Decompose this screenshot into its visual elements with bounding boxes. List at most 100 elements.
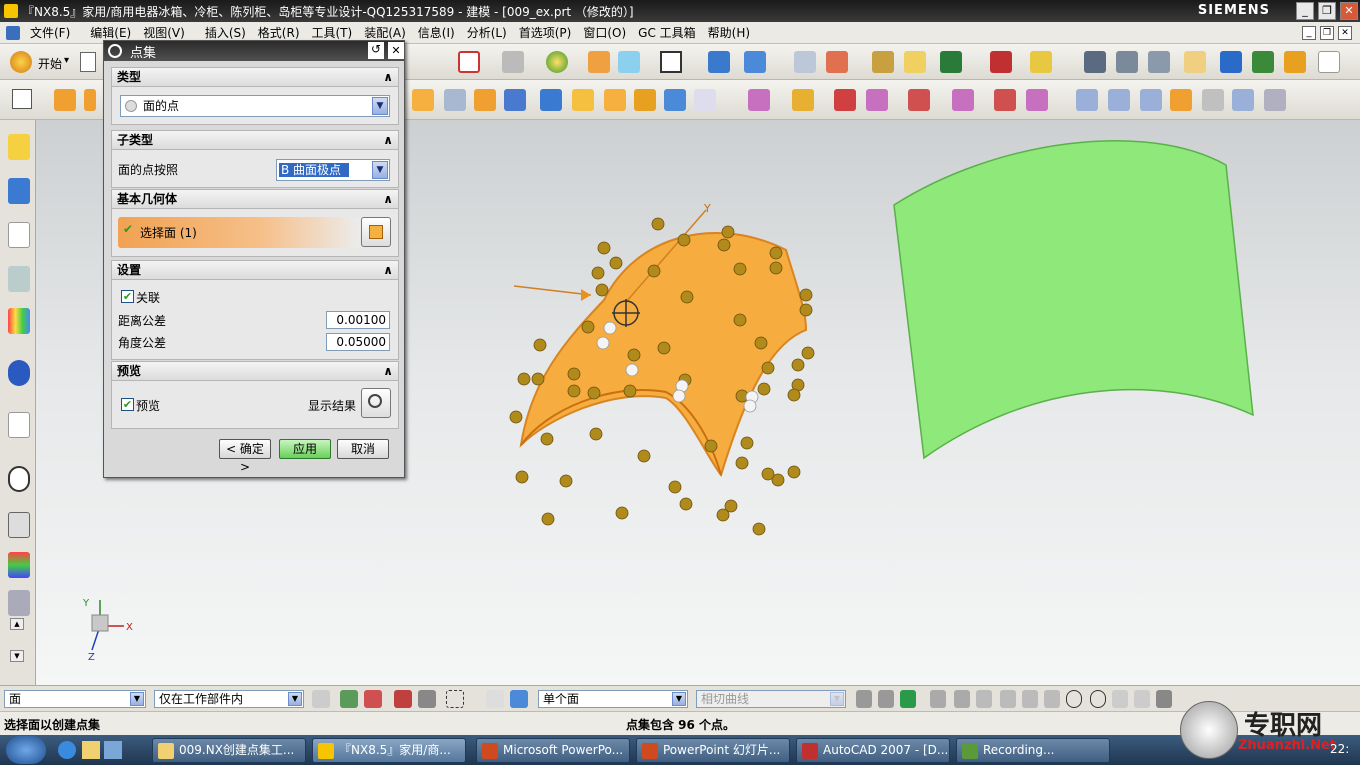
task-autocad[interactable]: AutoCAD 2007 - [D... (796, 738, 950, 763)
snap-curve-icon[interactable] (1000, 690, 1016, 708)
shape-7-icon[interactable] (1264, 89, 1286, 111)
snap-point-1-icon[interactable] (856, 690, 872, 708)
section-preview-header[interactable]: 预览 ∧ (111, 361, 399, 381)
chevron-up-icon[interactable]: ∧ (383, 68, 393, 86)
menu-info[interactable]: 信息(I) (412, 24, 461, 41)
snap-point-2-icon[interactable] (878, 690, 894, 708)
edit-6-icon[interactable] (952, 89, 974, 111)
section-type-header[interactable]: 类型 ∧ (111, 67, 399, 87)
shape-6-icon[interactable] (1232, 89, 1254, 111)
analysis-icon[interactable] (904, 51, 926, 73)
snap-intersection-icon[interactable] (1112, 690, 1128, 708)
surface-2-icon[interactable] (444, 89, 466, 111)
dialog-reset-icon[interactable]: ↺ (368, 42, 384, 59)
selection-tool-4-icon[interactable] (418, 690, 436, 708)
chevron-up-icon[interactable]: ∧ (383, 190, 393, 208)
abc-icon[interactable] (1318, 51, 1340, 73)
ok-button[interactable]: < 确定 > (219, 439, 271, 474)
snap-center-icon[interactable] (1066, 690, 1082, 708)
dialog-gear-icon[interactable] (108, 44, 122, 58)
new-file-icon[interactable] (80, 52, 96, 72)
assembly-icon[interactable] (1084, 51, 1106, 73)
dialog-close-icon[interactable]: ✕ (388, 42, 404, 59)
constraint-navigator-icon[interactable] (8, 178, 30, 204)
menu-preferences[interactable]: 首选项(P) (513, 24, 578, 41)
filter-icon[interactable] (312, 690, 330, 708)
chevron-down-icon[interactable]: ▼ (130, 692, 144, 706)
snap-face-icon[interactable] (1156, 690, 1172, 708)
shape-2-icon[interactable] (1108, 89, 1130, 111)
box-orange-icon[interactable] (588, 51, 610, 73)
assembly-navigator-icon[interactable] (8, 134, 30, 160)
chevron-down-icon[interactable]: ▼ (372, 97, 388, 115)
task-powerpoint[interactable]: Microsoft PowerPo... (476, 738, 630, 763)
eraser-icon[interactable] (1184, 51, 1206, 73)
select-icon[interactable] (940, 51, 962, 73)
surface-6-icon[interactable] (572, 89, 594, 111)
body-select-icon[interactable] (510, 690, 528, 708)
selection-tool-3-icon[interactable] (394, 690, 412, 708)
subtype-combo[interactable]: B 曲面极点 ▼ (276, 159, 390, 181)
shape-3-icon[interactable] (1140, 89, 1162, 111)
gc-tool-2-icon[interactable] (1252, 51, 1274, 73)
snap-end-icon[interactable] (930, 690, 946, 708)
select-face-row[interactable]: ✔ 选择面 (1) (118, 217, 360, 248)
gc-tool-1-icon[interactable] (1220, 51, 1242, 73)
palette-icon[interactable] (8, 590, 30, 616)
chevron-up-icon[interactable]: ∧ (383, 362, 393, 380)
type-filter-combo[interactable]: 面 ▼ (4, 690, 146, 708)
clock-icon[interactable] (8, 466, 30, 492)
blue-cube-icon[interactable] (708, 51, 730, 73)
menu-format[interactable]: 格式(R) (252, 24, 306, 41)
shape-5-icon[interactable] (1202, 89, 1224, 111)
fit-view-icon[interactable] (458, 51, 480, 73)
shape-4-icon[interactable] (1170, 89, 1192, 111)
edit-2-icon[interactable] (792, 89, 814, 111)
edit-4-icon[interactable] (866, 89, 888, 111)
task-slideshow[interactable]: PowerPoint 幻灯片... (636, 738, 790, 763)
associative-checkbox[interactable]: ✔ (121, 290, 134, 303)
roles-icon[interactable] (8, 512, 30, 538)
system-scenes-icon[interactable] (8, 552, 30, 578)
snap-line-icon[interactable] (976, 690, 992, 708)
menu-close-button[interactable]: ✕ (1338, 26, 1352, 40)
scroll-down-button[interactable]: ▼ (10, 650, 24, 662)
menu-gc-toolbox[interactable]: GC 工具箱 (632, 24, 702, 41)
app-menu-icon[interactable] (6, 25, 20, 40)
extrude-icon[interactable] (54, 89, 76, 111)
shape-1-icon[interactable] (1076, 89, 1098, 111)
section-subtype-header[interactable]: 子类型 ∧ (111, 130, 399, 150)
list-icon[interactable] (1148, 51, 1170, 73)
start-menu-arrow[interactable]: ▾ (64, 55, 69, 66)
chevron-down-icon[interactable]: ▼ (672, 692, 686, 706)
rect-select-icon[interactable] (446, 690, 464, 708)
chevron-up-icon[interactable]: ∧ (383, 261, 393, 279)
restore-button[interactable]: ❐ (1318, 2, 1336, 20)
move-icon[interactable] (744, 51, 766, 73)
measure-icon[interactable] (872, 51, 894, 73)
chevron-up-icon[interactable]: ∧ (383, 131, 393, 149)
snap-tangent-icon[interactable] (1044, 690, 1060, 708)
start-icon[interactable] (10, 51, 32, 73)
stack-icon[interactable] (1116, 51, 1138, 73)
edit-7-icon[interactable] (994, 89, 1016, 111)
scroll-up-button[interactable]: ▲ (10, 618, 24, 630)
menu-window[interactable]: 窗口(O) (577, 24, 632, 41)
selection-tool-2-icon[interactable] (364, 690, 382, 708)
start-menu-label[interactable]: 开始 (38, 55, 62, 72)
snap-arc-icon[interactable] (1022, 690, 1038, 708)
menu-tools[interactable]: 工具(T) (306, 24, 359, 41)
menu-help[interactable]: 帮助(H) (702, 24, 756, 41)
shaded-icon[interactable] (546, 51, 568, 73)
preview-checkbox[interactable]: ✔ (121, 398, 134, 411)
surface-8-icon[interactable] (634, 89, 656, 111)
part-navigator-icon[interactable] (8, 222, 30, 248)
minimize-button[interactable]: _ (1296, 2, 1314, 20)
web-browser-icon[interactable] (8, 360, 30, 386)
face-select-icon[interactable] (361, 217, 391, 247)
render-style-icon[interactable] (502, 51, 524, 73)
explorer-icon[interactable] (82, 741, 100, 759)
view-orient-icon[interactable] (618, 51, 640, 73)
surface-3-icon[interactable] (474, 89, 496, 111)
distance-tolerance-field[interactable]: 0.00100 (326, 311, 390, 329)
